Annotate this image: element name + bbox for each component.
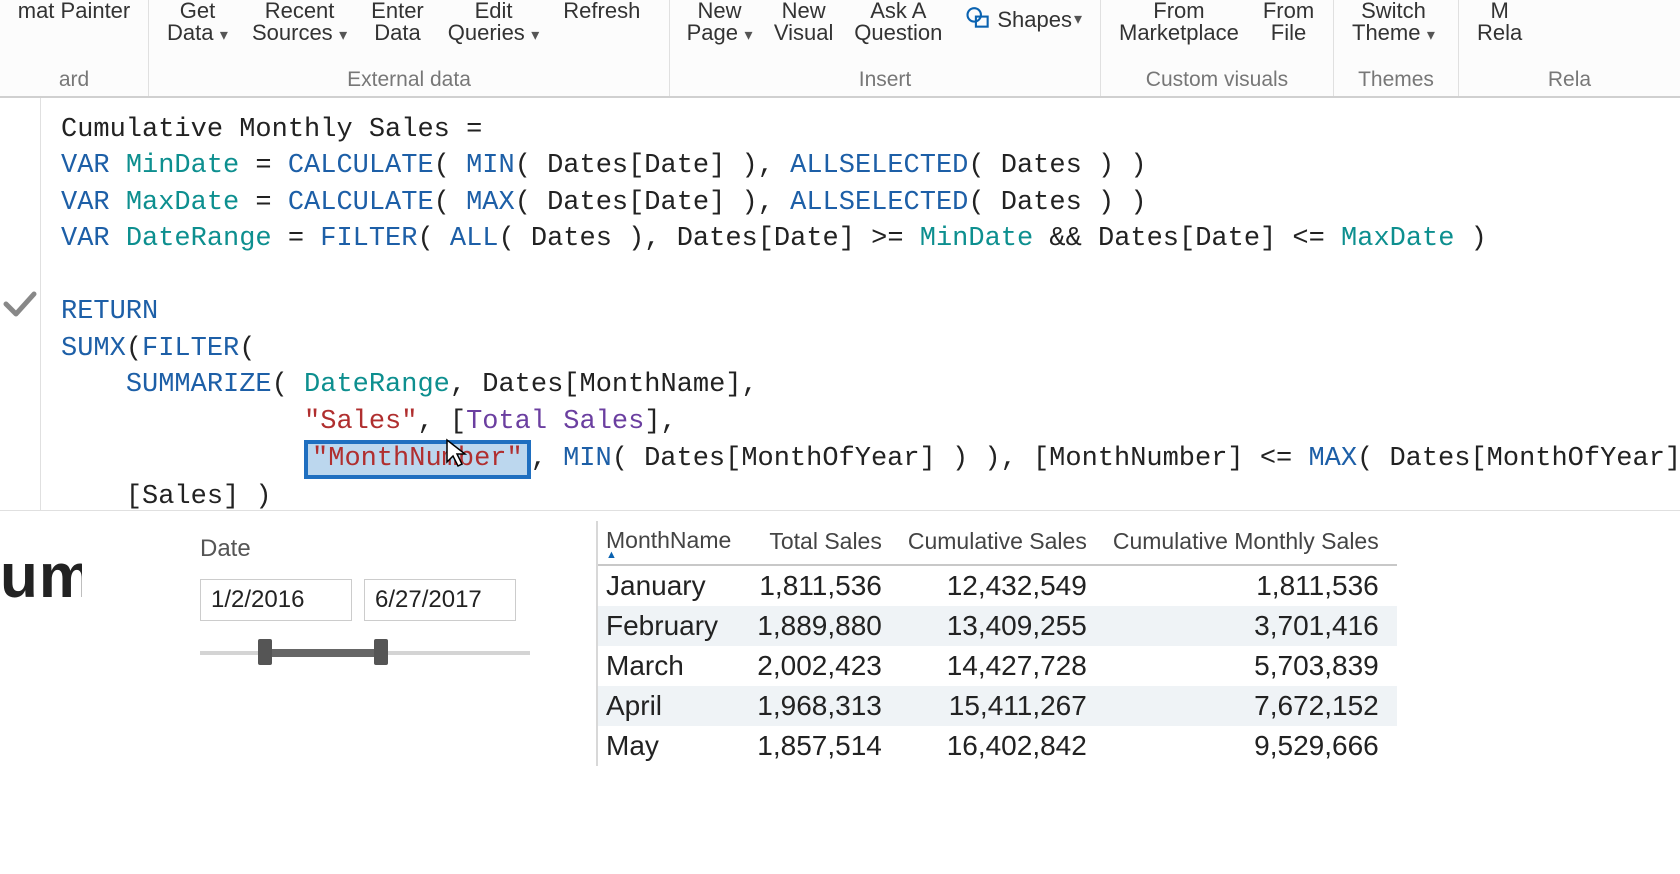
chevron-down-icon: ▾ xyxy=(527,27,539,44)
table-row[interactable]: February1,889,88013,409,2553,701,416 xyxy=(598,606,1397,646)
enter-data-button[interactable]: Enter Data xyxy=(359,0,436,52)
ribbon-group-custom-visuals: From Marketplace From File Custom visual… xyxy=(1101,0,1334,96)
table-row[interactable]: May1,857,51416,402,8429,529,666 xyxy=(598,726,1397,766)
truncated-title: um xyxy=(0,511,82,874)
slicer-title: Date xyxy=(200,535,530,563)
ribbon-group-label-custom: Custom visuals xyxy=(1101,68,1333,96)
ribbon-group-relationships: M Rela Rela xyxy=(1459,0,1680,96)
shapes-button[interactable]: Shapes ▾ xyxy=(953,0,1095,40)
report-canvas: um Date 1/2/2016 6/27/2017 MonthName ▲ T… xyxy=(0,511,1680,874)
switch-theme-button[interactable]: Switch Theme ▾ xyxy=(1340,0,1447,52)
format-painter-label: mat Painter xyxy=(18,0,131,22)
edit-queries-button[interactable]: Edit Queries ▾ xyxy=(436,0,552,52)
slicer-to-input[interactable]: 6/27/2017 xyxy=(364,579,516,621)
slicer-from-input[interactable]: 1/2/2016 xyxy=(200,579,352,621)
slicer-slider[interactable] xyxy=(200,639,530,667)
new-visual-button[interactable]: New Visual xyxy=(763,0,844,52)
chevron-down-icon: ▾ xyxy=(1422,27,1434,44)
table-row[interactable]: January1,811,53612,432,5491,811,536 xyxy=(598,565,1397,606)
check-icon xyxy=(0,284,40,324)
refresh-button[interactable]: Refresh xyxy=(551,0,652,52)
chevron-down-icon: ▾ xyxy=(740,27,752,44)
ribbon-group-label-clipboard: ard xyxy=(0,68,148,96)
from-marketplace-button[interactable]: From Marketplace xyxy=(1107,0,1251,52)
commit-formula-button[interactable] xyxy=(0,98,41,510)
format-painter-button[interactable]: mat Painter xyxy=(6,0,142,52)
ask-question-button[interactable]: Ask A Question xyxy=(844,0,952,52)
col-header-total-sales[interactable]: Total Sales xyxy=(749,521,900,565)
ribbon-group-insert: New Page ▾ New Visual Ask A Question Sha… xyxy=(670,0,1101,96)
sort-asc-icon: ▲ xyxy=(606,554,731,556)
ribbon-group-themes: Switch Theme ▾ Themes xyxy=(1334,0,1459,96)
ribbon-group-label-rel: Rela xyxy=(1459,68,1680,96)
get-data-button[interactable]: Get Data ▾ xyxy=(155,0,240,52)
chevron-down-icon: ▾ xyxy=(215,27,227,44)
formula-bar: Cumulative Monthly Sales = VAR MinDate =… xyxy=(0,98,1680,511)
table-visual[interactable]: MonthName ▲ Total Sales Cumulative Sales… xyxy=(596,521,1680,766)
selected-text: "MonthNumber" xyxy=(304,440,531,479)
ribbon-group-clipboard: mat Painter ard xyxy=(0,0,149,96)
col-header-cumulative-monthly-sales[interactable]: Cumulative Monthly Sales xyxy=(1105,521,1397,565)
table-row[interactable]: April1,968,31315,411,2677,672,152 xyxy=(598,686,1397,726)
col-header-monthname[interactable]: MonthName ▲ xyxy=(598,521,749,565)
ribbon-group-label-external: External data xyxy=(149,68,669,96)
col-header-cumulative-sales[interactable]: Cumulative Sales xyxy=(900,521,1105,565)
formula-editor[interactable]: Cumulative Monthly Sales = VAR MinDate =… xyxy=(41,98,1680,510)
slider-handle-end[interactable] xyxy=(374,639,388,665)
ribbon-group-label-insert: Insert xyxy=(670,68,1100,96)
slider-handle-start[interactable] xyxy=(258,639,272,665)
new-page-button[interactable]: New Page ▾ xyxy=(676,0,763,52)
ribbon-group-label-themes: Themes xyxy=(1334,68,1458,96)
table-header-row: MonthName ▲ Total Sales Cumulative Sales… xyxy=(598,521,1397,565)
shapes-icon xyxy=(965,4,992,36)
from-file-button[interactable]: From File xyxy=(1251,0,1326,52)
recent-sources-button[interactable]: Recent Sources ▾ xyxy=(240,0,359,52)
ribbon: mat Painter ard Get Data ▾ Recent Source… xyxy=(0,0,1680,98)
chevron-down-icon: ▾ xyxy=(335,27,347,44)
table-row[interactable]: March2,002,42314,427,7285,703,839 xyxy=(598,646,1397,686)
manage-rel-button[interactable]: M Rela xyxy=(1465,0,1534,52)
date-slicer[interactable]: Date 1/2/2016 6/27/2017 xyxy=(200,535,530,667)
ribbon-group-external-data: Get Data ▾ Recent Sources ▾ Enter Data E… xyxy=(149,0,670,96)
chevron-down-icon: ▾ xyxy=(1074,12,1082,28)
